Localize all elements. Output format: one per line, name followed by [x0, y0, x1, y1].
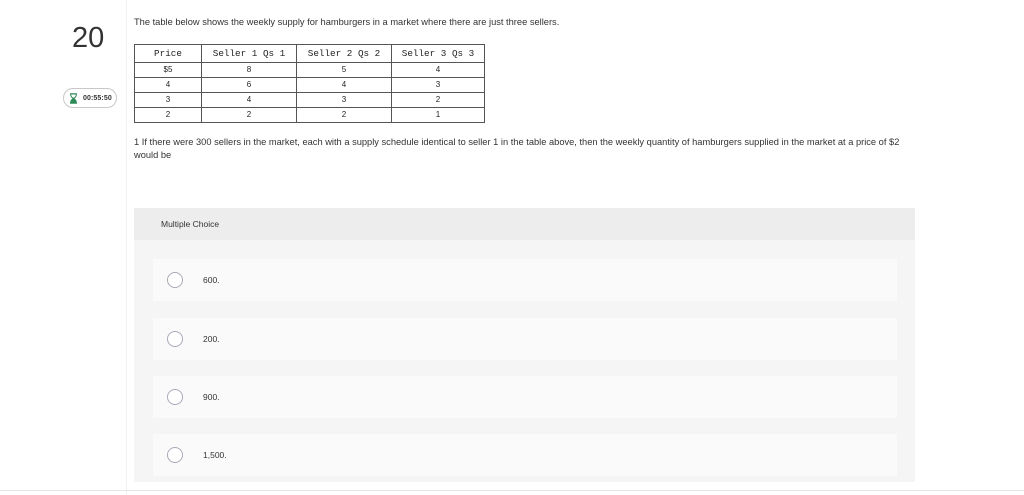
answer-option-label: 200.	[203, 334, 220, 344]
table-header-row: Price Seller 1 Qs 1 Seller 2 Qs 2 Seller…	[134, 44, 485, 63]
table-cell: 1	[391, 107, 485, 123]
table-row: 2 2 2 1	[134, 107, 485, 123]
table-cell: $5	[134, 62, 202, 78]
table-cell: 4	[201, 92, 297, 108]
radio-button[interactable]	[167, 389, 183, 405]
timer-text: 00:55:50	[83, 94, 112, 102]
table-row: 4 6 4 3	[134, 77, 485, 93]
answer-option-3[interactable]: 900.	[153, 376, 897, 418]
answer-option-label: 1,500.	[203, 450, 227, 460]
table-row: 3 4 3 2	[134, 92, 485, 108]
radio-button[interactable]	[167, 447, 183, 463]
table-cell: 4	[391, 62, 485, 78]
question-number: 20	[72, 22, 105, 54]
table-cell: 2	[296, 107, 392, 123]
table-row: $5 8 5 4	[134, 62, 485, 78]
table-cell: 3	[391, 77, 485, 93]
table-cell: 2	[201, 107, 297, 123]
radio-button[interactable]	[167, 272, 183, 288]
hourglass-icon	[68, 92, 79, 104]
table-cell: 3	[134, 92, 202, 108]
table-cell: 2	[134, 107, 202, 123]
question-page: 20 00:55:50 The table below shows the we…	[0, 0, 1024, 495]
multiple-choice-header: Multiple Choice	[134, 208, 915, 240]
table-header-price: Price	[134, 44, 202, 63]
table-cell: 2	[391, 92, 485, 108]
timer-badge: 00:55:50	[63, 88, 117, 108]
table-cell: 6	[201, 77, 297, 93]
table-header-seller-2: Seller 2 Qs 2	[296, 44, 392, 63]
question-prompt: 1 If there were 300 sellers in the marke…	[134, 137, 900, 160]
bottom-divider	[0, 490, 1024, 491]
supply-table: Price Seller 1 Qs 1 Seller 2 Qs 2 Seller…	[134, 44, 485, 123]
table-cell: 5	[296, 62, 392, 78]
multiple-choice-panel: Multiple Choice 600. 200. 900. 1,500.	[134, 208, 915, 482]
multiple-choice-label: Multiple Choice	[161, 219, 220, 229]
table-cell: 3	[296, 92, 392, 108]
answer-option-label: 900.	[203, 392, 220, 402]
radio-button[interactable]	[167, 331, 183, 347]
answer-option-label: 600.	[203, 275, 220, 285]
answer-option-4[interactable]: 1,500.	[153, 434, 897, 476]
answer-option-1[interactable]: 600.	[153, 259, 897, 301]
table-cell: 4	[134, 77, 202, 93]
table-cell: 4	[296, 77, 392, 93]
question-intro: The table below shows the weekly supply …	[134, 17, 560, 27]
table-header-seller-3: Seller 3 Qs 3	[391, 44, 485, 63]
gutter-divider	[126, 0, 127, 495]
table-cell: 8	[201, 62, 297, 78]
table-header-seller-1: Seller 1 Qs 1	[201, 44, 297, 63]
answer-option-2[interactable]: 200.	[153, 318, 897, 360]
